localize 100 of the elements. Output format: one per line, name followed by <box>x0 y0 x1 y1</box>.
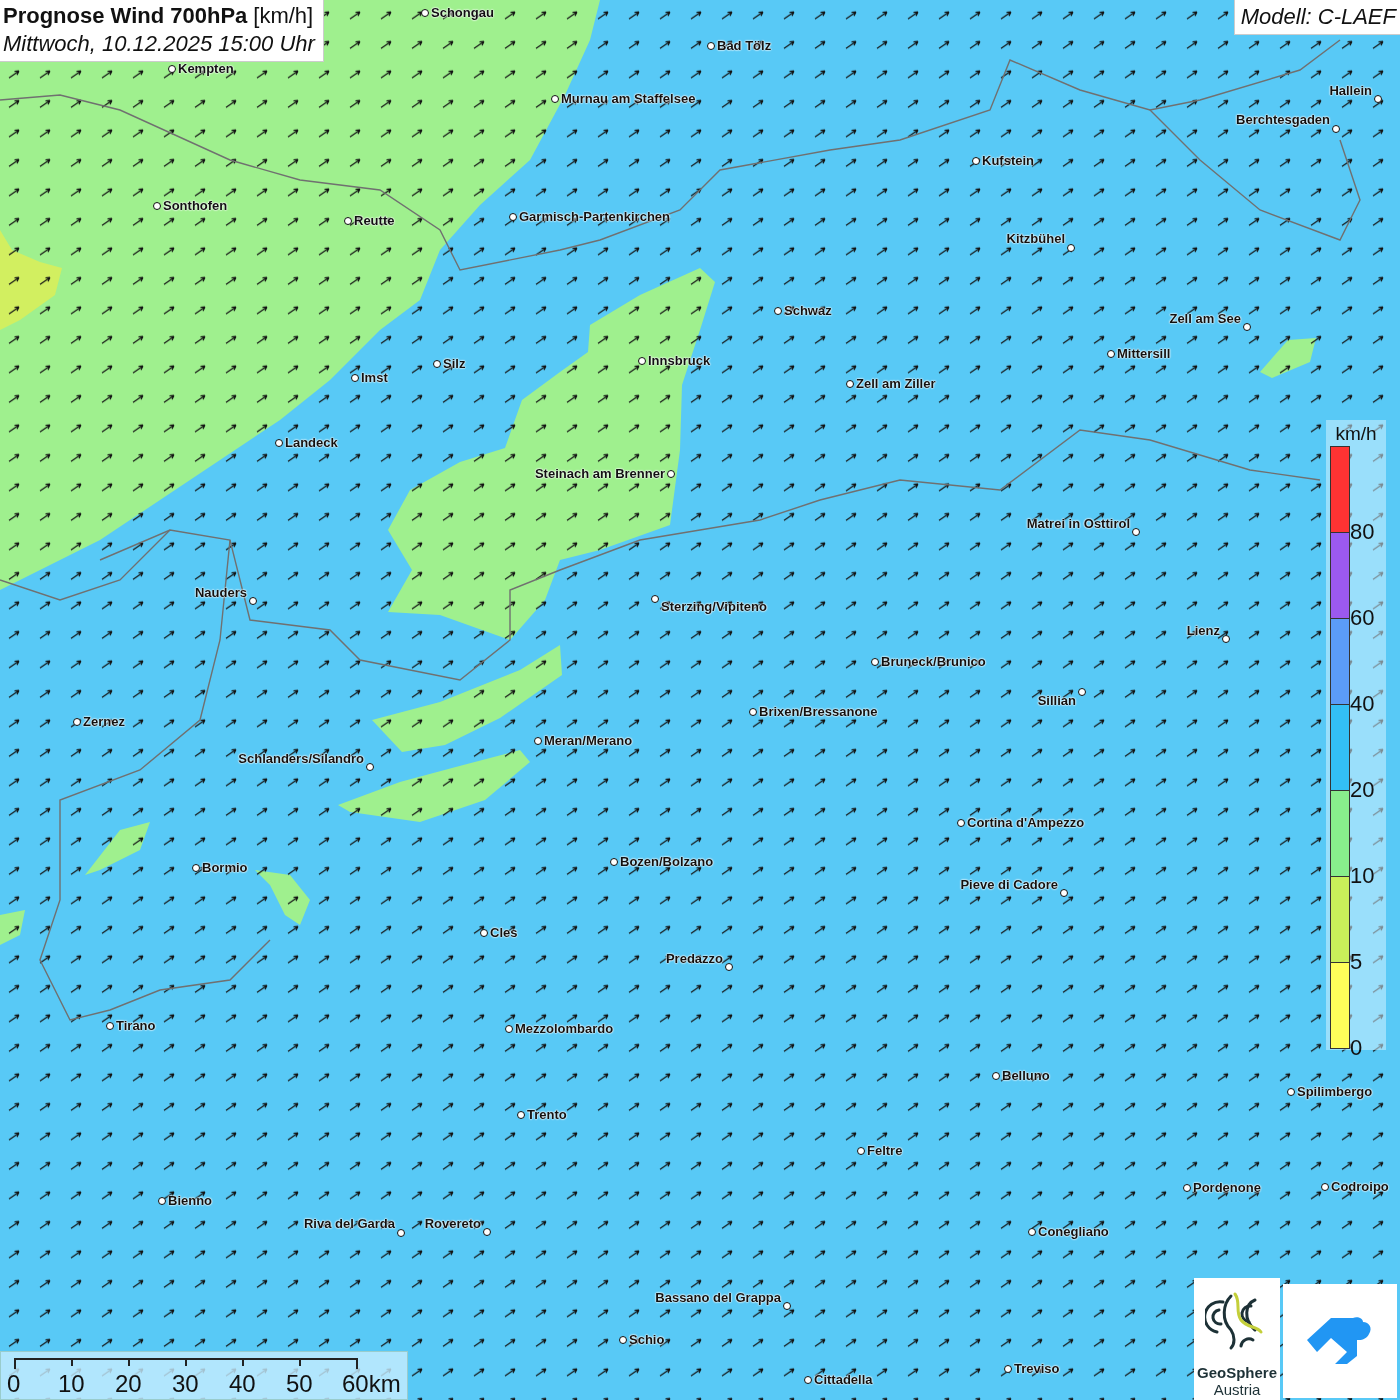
city-name: Predazzo <box>665 951 723 967</box>
scale-label: 20 <box>115 1371 142 1397</box>
city-dot-icon <box>857 1147 865 1155</box>
city-name: Garmisch-Partenkirchen <box>519 209 670 225</box>
city-dot-icon <box>651 595 659 603</box>
scale-label: 0 <box>7 1371 21 1397</box>
city-name: Reutte <box>354 213 395 229</box>
city-name: Conegliano <box>1038 1224 1109 1240</box>
scale-label: 50 <box>286 1371 313 1397</box>
city-dot-icon <box>1078 688 1086 696</box>
city-dot-icon <box>249 597 257 605</box>
legend-value: 0 <box>1350 1036 1363 1060</box>
legend-value: 10 <box>1350 864 1375 888</box>
city-dot-icon <box>397 1229 405 1237</box>
city-name: Sterzing/Vipiteno <box>661 599 767 615</box>
city-dot-icon <box>1060 889 1068 897</box>
city-dot-icon <box>1287 1088 1295 1096</box>
city-name: Kempten <box>178 61 234 77</box>
city-name: Schio <box>629 1332 665 1348</box>
city-dot-icon <box>1132 528 1140 536</box>
city-dot-icon <box>783 1302 791 1310</box>
city-dot-icon <box>871 658 879 666</box>
legend-value: 60 <box>1350 606 1375 630</box>
city-name: Silz <box>443 356 466 372</box>
city-dot-icon <box>153 202 161 210</box>
city-name: Zell am Ziller <box>856 376 936 392</box>
city-dot-icon <box>158 1197 166 1205</box>
city-name: Bruneck/Brunico <box>881 654 986 670</box>
model-label: Modell: C-LAEF <box>1233 0 1400 35</box>
city-dot-icon <box>749 708 757 716</box>
map-title: Prognose Wind 700hPa <box>3 3 248 29</box>
city-dot-icon <box>804 1376 812 1384</box>
city-dot-icon <box>509 213 517 221</box>
city-name: Mittersill <box>1117 346 1171 362</box>
city-dot-icon <box>619 1336 627 1344</box>
city-name: Riva del Garda <box>303 1216 395 1232</box>
city-name: Bienno <box>168 1193 213 1209</box>
city-name: Sonthofen <box>163 198 228 214</box>
city-dot-icon <box>774 307 782 315</box>
city-dot-icon <box>1107 350 1115 358</box>
city-name: Codroipo <box>1331 1179 1389 1195</box>
city-name: Mezzolombardo <box>515 1021 614 1037</box>
city-name: Steinach am Brenner <box>534 466 665 482</box>
city-name: Pieve di Cadore <box>960 877 1058 893</box>
city-name: Nauders <box>194 585 247 601</box>
city-dot-icon <box>366 763 374 771</box>
scale-label: 40 <box>229 1371 256 1397</box>
city-dot-icon <box>638 357 646 365</box>
city-name: Zernez <box>83 714 125 730</box>
city-dot-icon <box>517 1111 525 1119</box>
city-dot-icon <box>344 217 352 225</box>
city-name: Schwaz <box>784 303 832 319</box>
city-name: Kufstein <box>982 153 1034 169</box>
city-name: Feltre <box>867 1143 903 1159</box>
city-dot-icon <box>168 65 176 73</box>
city-dot-icon <box>1321 1183 1329 1191</box>
city-name: Cittadella <box>814 1372 873 1388</box>
legend-value: 5 <box>1350 950 1363 974</box>
city-name: Imst <box>361 370 388 386</box>
city-name: Innsbruck <box>648 353 711 369</box>
city-dot-icon <box>707 42 715 50</box>
logo-name: GeoSphere <box>1197 1364 1277 1381</box>
legend-value: 20 <box>1350 778 1375 802</box>
scale-label: 30 <box>172 1371 199 1397</box>
city-name: Zell am See <box>1169 311 1241 327</box>
city-name: Schongau <box>431 5 494 21</box>
city-dot-icon <box>992 1072 1000 1080</box>
city-dot-icon <box>275 439 283 447</box>
city-name: Kitzbühel <box>1006 231 1065 247</box>
city-dot-icon <box>1222 635 1230 643</box>
city-name: Brixen/Bressanone <box>759 704 878 720</box>
city-name: Landeck <box>285 435 338 451</box>
city-name: Hallein <box>1329 83 1372 99</box>
city-dot-icon <box>667 470 675 478</box>
scale-label: 10 <box>58 1371 85 1397</box>
legend-unit: km/h <box>1334 422 1378 446</box>
city-dot-icon <box>1332 125 1340 133</box>
city-name: Sillian <box>1037 693 1076 709</box>
city-dot-icon <box>1067 244 1075 252</box>
city-dot-icon <box>1183 1184 1191 1192</box>
city-name: Murnau am Staffelsee <box>561 91 696 107</box>
city-name: Belluno <box>1002 1068 1050 1084</box>
forecast-datetime: Mittwoch, 10.12.2025 15:00 Uhr <box>3 31 315 57</box>
city-dot-icon <box>551 95 559 103</box>
city-name: Treviso <box>1014 1361 1060 1377</box>
scale-label: 60km <box>342 1371 401 1397</box>
city-dot-icon <box>1028 1228 1036 1236</box>
city-name: Lienz <box>1186 623 1220 639</box>
unit-label: [km/h] <box>253 3 314 29</box>
city-name: Bad Tölz <box>717 38 772 54</box>
city-dot-icon <box>73 718 81 726</box>
city-name: Rovereto <box>424 1216 481 1232</box>
logo-subtitle: Austria <box>1213 1381 1261 1398</box>
city-dot-icon <box>351 374 359 382</box>
city-dot-icon <box>192 864 200 872</box>
city-name: Cles <box>490 925 518 941</box>
city-dot-icon <box>1374 95 1382 103</box>
city-dot-icon <box>1243 323 1251 331</box>
city-dot-icon <box>957 819 965 827</box>
city-dot-icon <box>421 9 429 17</box>
